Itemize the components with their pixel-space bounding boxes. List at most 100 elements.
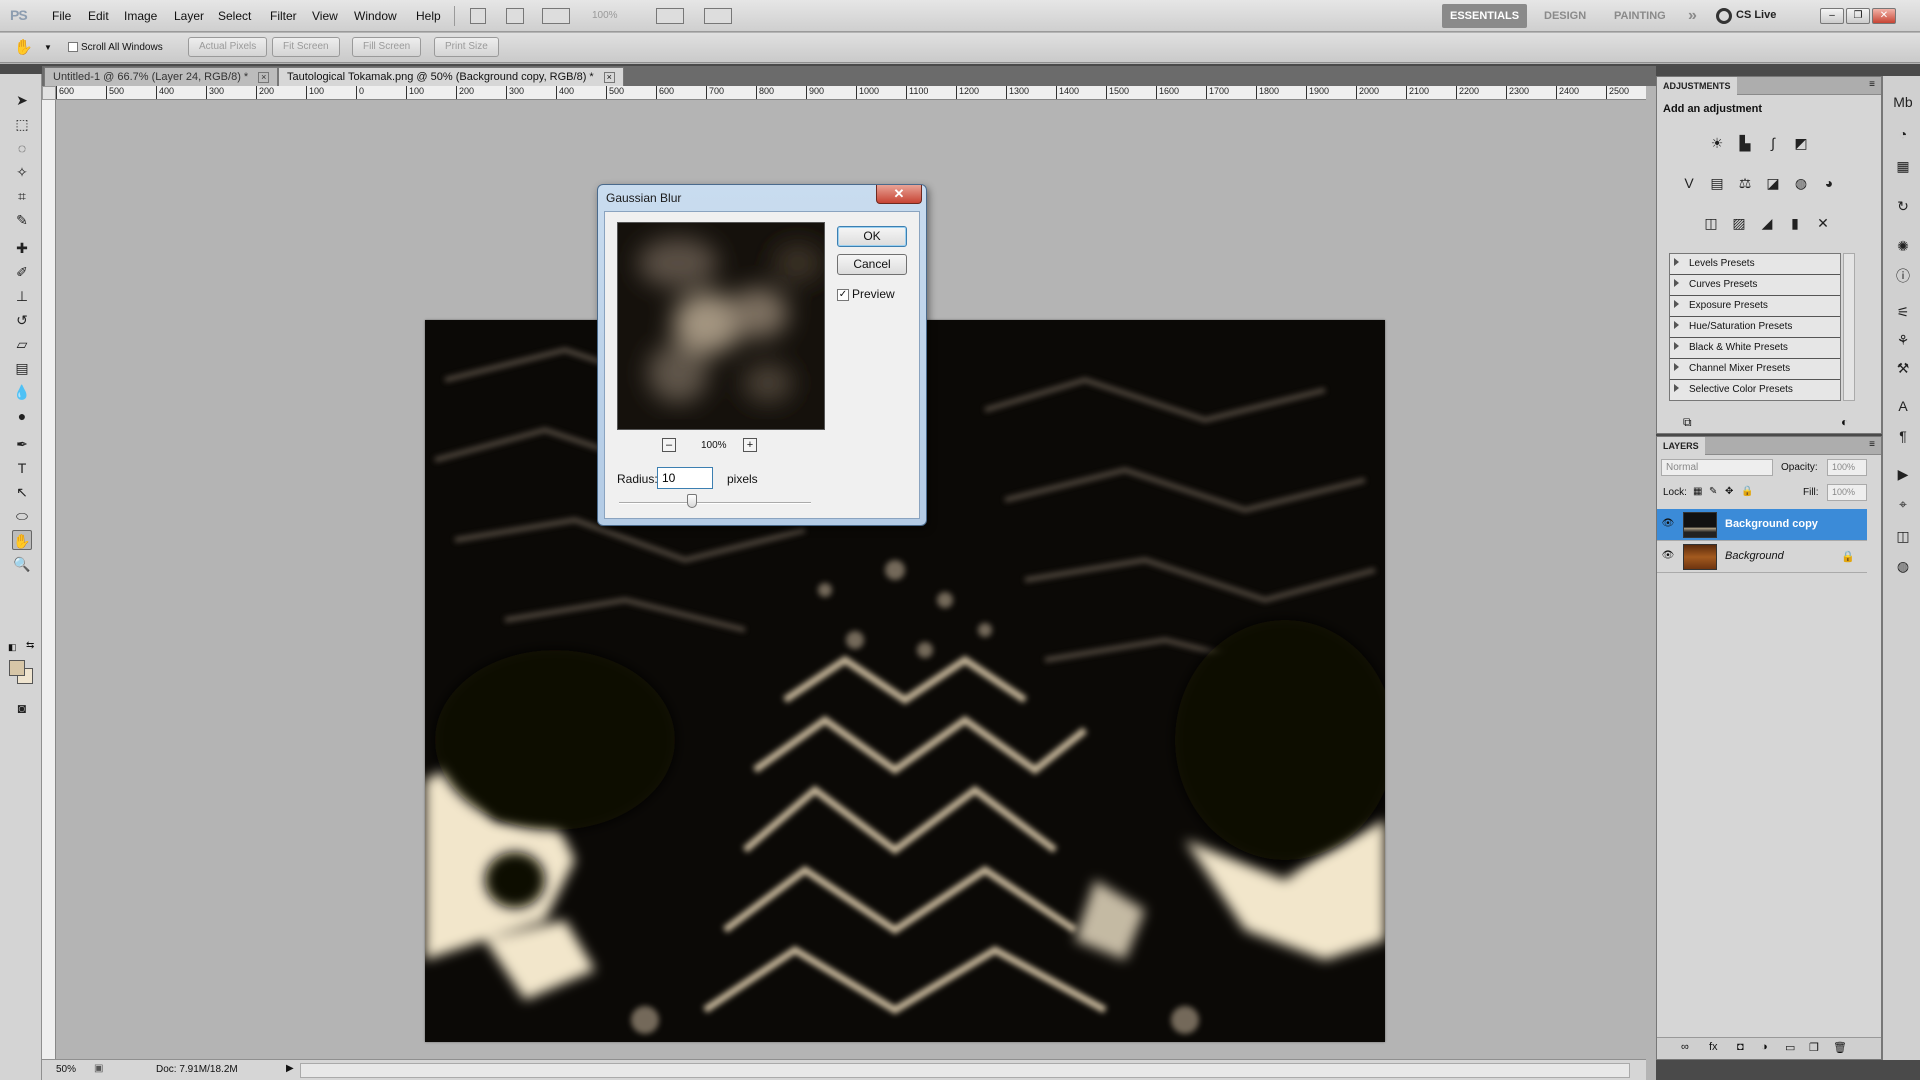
menu-select[interactable]: Select <box>218 9 251 23</box>
dodge-tool-icon[interactable]: ● <box>12 406 32 426</box>
exposure-icon[interactable]: ◩ <box>1791 133 1811 153</box>
chevron-down-icon[interactable]: ▼ <box>44 43 52 52</box>
curves-icon[interactable]: ∫ <box>1763 133 1783 153</box>
fill-screen-button[interactable]: Fill Screen <box>352 37 422 57</box>
quick-selection-icon[interactable]: ✧ <box>12 162 32 182</box>
layer-name[interactable]: Background copy <box>1725 518 1818 530</box>
color-balance-icon[interactable]: ⚖ <box>1735 173 1755 193</box>
zoom-out-button[interactable]: – <box>662 438 676 452</box>
horizontal-scrollbar[interactable] <box>300 1063 1630 1078</box>
fill-field[interactable]: 100% <box>1827 484 1867 501</box>
adjustment-layer-icon[interactable]: ◑ <box>1761 1041 1768 1053</box>
disclosure-triangle-icon[interactable] <box>1674 363 1679 371</box>
close-icon[interactable]: × <box>603 72 615 83</box>
menu-image[interactable]: Image <box>124 9 157 23</box>
disclosure-triangle-icon[interactable] <box>1674 279 1679 287</box>
gradient-map-icon[interactable]: ▮ <box>1785 213 1805 233</box>
add-mask-icon[interactable]: ◘ <box>1737 1041 1744 1053</box>
radius-input[interactable] <box>657 467 713 489</box>
tab-untitled-1[interactable]: Untitled-1 @ 66.7% (Layer 24, RGB/8) * × <box>44 67 279 86</box>
cancel-button[interactable]: Cancel <box>837 254 907 275</box>
disclosure-triangle-icon[interactable] <box>1674 321 1679 329</box>
opacity-field[interactable]: 100% <box>1827 459 1867 476</box>
disclosure-triangle-icon[interactable] <box>1674 300 1679 308</box>
path-selection-icon[interactable]: ↖ <box>12 482 32 502</box>
info-panel-icon[interactable]: ⓘ <box>1893 266 1913 286</box>
visibility-eye-icon[interactable]: 👁 <box>1661 549 1675 563</box>
lock-transparency-icon[interactable]: ▦ <box>1693 486 1702 497</box>
print-size-button[interactable]: Print Size <box>434 37 499 57</box>
color-panel-icon[interactable]: ◔ <box>1893 124 1913 144</box>
lasso-tool-icon[interactable]: ◌ <box>12 138 32 158</box>
menu-window[interactable]: Window <box>354 9 397 23</box>
status-menu-arrow-icon[interactable]: ▶ <box>286 1063 294 1074</box>
photo-filter-icon[interactable]: ◍ <box>1791 173 1811 193</box>
shape-tool-icon[interactable]: ⬭ <box>12 506 32 526</box>
layer-style-icon[interactable]: fx <box>1709 1041 1718 1053</box>
menu-filter[interactable]: Filter <box>270 9 297 23</box>
trash-icon[interactable]: 🗑 <box>1833 1041 1847 1054</box>
crop-tool-icon[interactable]: ⌗ <box>12 186 32 206</box>
brush-tool-icon[interactable]: ✐ <box>12 262 32 282</box>
disclosure-triangle-icon[interactable] <box>1674 384 1679 392</box>
menu-layer[interactable]: Layer <box>174 9 204 23</box>
ruler-origin[interactable] <box>42 86 56 100</box>
lock-pixels-icon[interactable]: ✎ <box>1709 486 1717 497</box>
ok-button[interactable]: OK <box>837 226 907 247</box>
zoom-in-button[interactable]: + <box>743 438 757 452</box>
history-brush-icon[interactable]: ↺ <box>12 310 32 330</box>
disclosure-triangle-icon[interactable] <box>1674 342 1679 350</box>
navigator-panel-icon[interactable]: ✺ <box>1893 236 1913 256</box>
blur-tool-icon[interactable]: 💧 <box>12 382 32 402</box>
posterize-icon[interactable]: ▨ <box>1729 213 1749 233</box>
layer-row[interactable]: 👁 Background copy <box>1657 509 1867 541</box>
history-panel-icon[interactable]: ↻ <box>1893 196 1913 216</box>
quick-mask-icon[interactable]: ◙ <box>12 698 32 718</box>
actual-pixels-button[interactable]: Actual Pixels <box>188 37 268 57</box>
clip-to-layer-icon[interactable]: ◐ <box>1841 415 1848 429</box>
restore-button[interactable]: ❐ <box>1846 8 1870 24</box>
minibridge-panel-icon[interactable]: Mb <box>1893 92 1913 112</box>
preset-channel-mixer[interactable]: Channel Mixer Presets <box>1670 359 1840 380</box>
marquee-tool-icon[interactable]: ⬚ <box>12 114 32 134</box>
vibrance-icon[interactable]: V <box>1679 173 1699 193</box>
layer-name[interactable]: Background <box>1725 550 1784 562</box>
close-window-button[interactable]: ✕ <box>1872 8 1896 24</box>
hue-saturation-icon[interactable]: ▤ <box>1707 173 1727 193</box>
tab-adjustments[interactable]: ADJUSTMENTS <box>1657 77 1737 95</box>
view-extras-icon[interactable] <box>542 8 570 24</box>
foreground-color-swatch[interactable] <box>9 660 25 676</box>
minimize-button[interactable]: – <box>1820 8 1844 24</box>
blend-mode-select[interactable]: Normal <box>1661 459 1773 476</box>
cs-live-menu[interactable]: CS Live <box>1736 9 1776 21</box>
minibridge-icon[interactable] <box>506 8 524 24</box>
status-zoom[interactable]: 50% <box>56 1064 76 1075</box>
lock-all-icon[interactable]: 🔒 <box>1741 486 1753 497</box>
blur-preview[interactable] <box>617 222 825 430</box>
preset-levels[interactable]: Levels Presets <box>1670 254 1840 275</box>
character-panel-icon[interactable]: A <box>1893 396 1913 416</box>
preview-checkbox[interactable]: ✓ Preview <box>837 287 895 301</box>
styles-panel-icon[interactable]: ◍ <box>1893 556 1913 576</box>
disclosure-triangle-icon[interactable] <box>1674 258 1679 266</box>
preset-hue-saturation[interactable]: Hue/Saturation Presets <box>1670 317 1840 338</box>
checkbox-box[interactable] <box>68 42 78 53</box>
levels-icon[interactable]: ▙ <box>1735 133 1755 153</box>
gradient-tool-icon[interactable]: ▤ <box>12 358 32 378</box>
layer-row[interactable]: 👁 Background 🔒 <box>1657 541 1867 573</box>
close-icon[interactable]: × <box>258 72 270 83</box>
pen-tool-icon[interactable]: ✒ <box>12 434 32 454</box>
checkmark-icon[interactable]: ✓ <box>837 288 849 301</box>
tab-tautological-tokamak[interactable]: Tautological Tokamak.png @ 50% (Backgrou… <box>278 67 624 86</box>
channel-mixer-icon[interactable]: ◕ <box>1819 173 1839 193</box>
scroll-all-windows-checkbox[interactable]: Scroll All Windows <box>68 42 163 53</box>
preset-curves[interactable]: Curves Presets <box>1670 275 1840 296</box>
new-group-icon[interactable]: ▭ <box>1785 1041 1795 1054</box>
workspace-more-button[interactable]: » <box>1680 4 1705 28</box>
return-to-list-icon[interactable]: ⧉ <box>1683 415 1692 430</box>
hand-tool-icon[interactable]: ✋ <box>14 38 36 58</box>
panel-menu-icon[interactable]: ≡ <box>1869 439 1875 450</box>
invert-icon[interactable]: ◫ <box>1701 213 1721 233</box>
menu-help[interactable]: Help <box>416 9 441 23</box>
bridge-icon[interactable] <box>470 8 486 24</box>
